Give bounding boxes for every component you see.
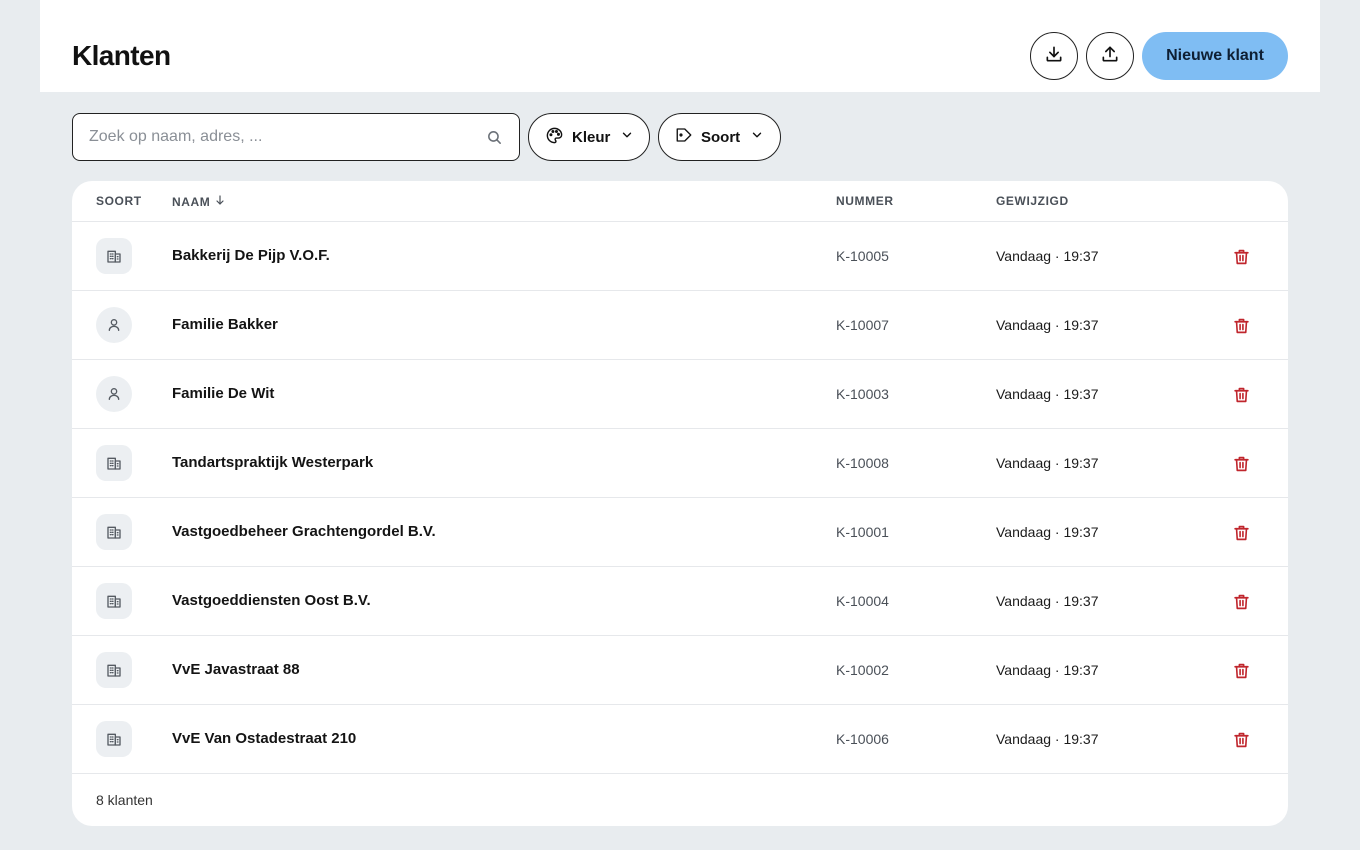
- customer-modified: Vandaag · 19:37: [996, 455, 1099, 471]
- table-row[interactable]: Tandartspraktijk Westerpark K-10008 Vandaa…: [72, 429, 1288, 498]
- delete-icon[interactable]: [1230, 453, 1252, 475]
- delete-icon[interactable]: [1230, 315, 1252, 337]
- delete-icon[interactable]: [1230, 660, 1252, 682]
- customer-name: VvE Javastraat 88: [172, 661, 300, 678]
- building-icon: [96, 652, 132, 688]
- building-icon: [96, 583, 132, 619]
- customer-modified: Vandaag · 19:37: [996, 524, 1099, 540]
- palette-icon: [545, 126, 564, 149]
- chevron-down-icon: [750, 128, 764, 146]
- customer-name: VvE Van Ostadestraat 210: [172, 730, 357, 747]
- customer-modified: Vandaag · 19:37: [996, 248, 1099, 264]
- table-row[interactable]: Vastgoeddiensten Oost B.V. K-10004 Vandaag…: [72, 567, 1288, 636]
- building-icon: [96, 514, 132, 550]
- building-icon: [96, 721, 132, 757]
- person-icon: [96, 307, 132, 343]
- download-button[interactable]: [1030, 32, 1078, 80]
- customer-number: K-10002: [836, 662, 889, 678]
- customer-name: Vastgoeddiensten Oost B.V.: [172, 592, 371, 609]
- customer-number: K-10007: [836, 317, 889, 333]
- table-header: SOORT NAAM NUMMER GEWIJZIGD: [72, 181, 1288, 222]
- customer-number: K-10003: [836, 386, 889, 402]
- customer-number: K-10008: [836, 455, 889, 471]
- customer-name: Familie Bakker: [172, 316, 278, 333]
- upload-button[interactable]: [1086, 32, 1134, 80]
- table-row[interactable]: Familie Bakker K-10007 Vandaag · 19:37: [72, 291, 1288, 360]
- customer-number: K-10004: [836, 593, 889, 609]
- upload-icon: [1100, 44, 1120, 69]
- filter-type-label: Soort: [701, 128, 741, 146]
- person-icon: [96, 376, 132, 412]
- column-header-type[interactable]: SOORT: [96, 194, 142, 208]
- customer-modified: Vandaag · 19:37: [996, 317, 1099, 333]
- delete-icon[interactable]: [1230, 246, 1252, 268]
- chevron-down-icon: [620, 128, 634, 146]
- table-row[interactable]: Vastgoedbeheer Grachtengordel B.V. K-1000…: [72, 498, 1288, 567]
- column-header-name[interactable]: NAAM: [172, 194, 226, 209]
- delete-icon[interactable]: [1230, 729, 1252, 751]
- customer-count: 8 klanten: [96, 792, 153, 808]
- customer-modified: Vandaag · 19:37: [996, 593, 1099, 609]
- delete-icon[interactable]: [1230, 384, 1252, 406]
- delete-icon[interactable]: [1230, 522, 1252, 544]
- building-icon: [96, 238, 132, 274]
- table-row[interactable]: Familie De Wit K-10003 Vandaag · 19:37: [72, 360, 1288, 429]
- customer-name: Tandartspraktijk Westerpark: [172, 454, 374, 471]
- delete-icon[interactable]: [1230, 591, 1252, 613]
- filter-color-label: Kleur: [572, 128, 611, 146]
- customer-number: K-10001: [836, 524, 889, 540]
- customer-modified: Vandaag · 19:37: [996, 731, 1099, 747]
- new-customer-button[interactable]: Nieuwe klant: [1142, 32, 1288, 80]
- customer-number: K-10006: [836, 731, 889, 747]
- customer-modified: Vandaag · 19:37: [996, 662, 1099, 678]
- customer-number: K-10005: [836, 248, 889, 264]
- table-row[interactable]: VvE Javastraat 88 K-10002 Vandaag · 19:37: [72, 636, 1288, 705]
- customer-modified: Vandaag · 19:37: [996, 386, 1099, 402]
- search-icon[interactable]: [486, 129, 503, 151]
- search-input[interactable]: [89, 114, 479, 160]
- download-icon: [1044, 44, 1064, 69]
- building-icon: [96, 445, 132, 481]
- page-title: Klanten: [72, 40, 171, 71]
- customer-name: Familie De Wit: [172, 385, 275, 402]
- arrow-down-icon: [214, 194, 226, 209]
- column-header-number[interactable]: NUMMER: [836, 194, 894, 208]
- search-box: [72, 113, 520, 161]
- customer-table-card: SOORT NAAM NUMMER GEWIJZIGD Bakkerij De …: [72, 181, 1288, 826]
- filter-color-button[interactable]: Kleur: [528, 113, 650, 161]
- customer-name: Vastgoedbeheer Grachtengordel B.V.: [172, 523, 436, 540]
- filter-type-button[interactable]: Soort: [658, 113, 781, 161]
- table-row[interactable]: Bakkerij De Pijp V.O.F. K-10005 Vandaag · …: [72, 222, 1288, 291]
- page-header: Klanten Nieuwe klant: [40, 0, 1320, 92]
- tag-icon: [675, 126, 693, 148]
- column-header-name-label: NAAM: [172, 194, 211, 209]
- column-header-modified[interactable]: GEWIJZIGD: [996, 194, 1069, 208]
- table-row[interactable]: VvE Van Ostadestraat 210 K-10006 Vandaag ·…: [72, 705, 1288, 774]
- customer-name: Bakkerij De Pijp V.O.F.: [172, 247, 330, 264]
